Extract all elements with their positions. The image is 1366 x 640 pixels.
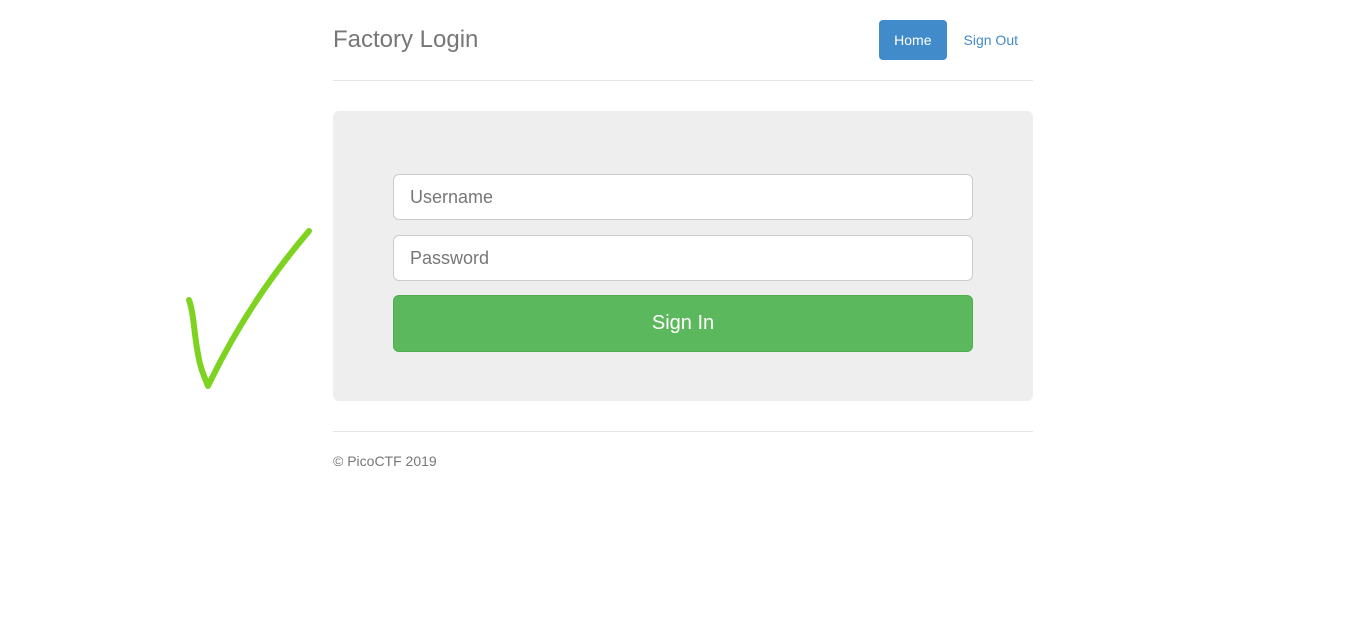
checkmark-icon bbox=[186, 228, 312, 389]
header: Factory Login Home Sign Out bbox=[333, 0, 1033, 81]
page: Factory Login Home Sign Out Sign In © Pi… bbox=[0, 0, 1366, 640]
login-panel: Sign In bbox=[333, 111, 1033, 401]
nav-home-link[interactable]: Home bbox=[879, 20, 947, 60]
login-form: Sign In bbox=[393, 174, 973, 352]
copyright-text: © PicoCTF 2019 bbox=[333, 453, 437, 469]
nav-pills: Home Sign Out bbox=[879, 20, 1033, 60]
footer: © PicoCTF 2019 bbox=[333, 431, 1033, 469]
username-input[interactable] bbox=[393, 174, 973, 220]
nav-signout-link[interactable]: Sign Out bbox=[949, 20, 1033, 60]
password-input[interactable] bbox=[393, 235, 973, 281]
brand-title: Factory Login bbox=[333, 26, 479, 53]
sign-in-button[interactable]: Sign In bbox=[393, 295, 973, 352]
